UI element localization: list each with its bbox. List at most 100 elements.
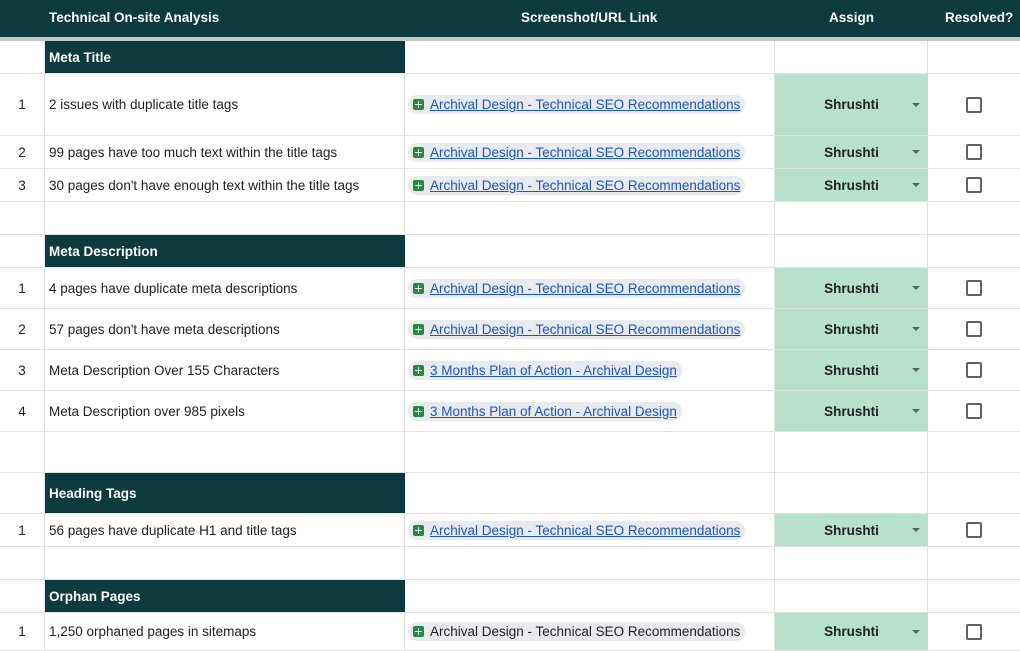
resolved-cell[interactable] [928,202,1020,234]
link-cell[interactable] [405,202,775,234]
link-cell[interactable]: Archival Design - Technical SEO Recommen… [405,136,775,168]
assign-dropdown[interactable]: Shrushti [775,74,928,135]
file-link-chip[interactable]: Archival Design - Technical SEO Recommen… [408,175,746,195]
link-cell[interactable]: Archival Design - Technical SEO Recommen… [405,268,775,308]
file-link-chip[interactable]: Archival Design - Technical SEO Recommen… [408,319,746,339]
link-cell[interactable]: 3 Months Plan of Action - Archival Desig… [405,391,775,431]
chevron-down-icon[interactable] [912,183,920,187]
resolved-checkbox[interactable] [966,362,982,378]
row-number[interactable]: 1 [0,514,45,546]
chevron-down-icon[interactable] [912,409,920,413]
header-assign[interactable]: Assign [829,0,874,37]
row-number[interactable]: 2 [0,136,45,168]
resolved-checkbox[interactable] [966,623,982,640]
link-cell[interactable] [405,580,775,612]
resolved-checkbox[interactable] [966,144,982,160]
row-number[interactable]: 3 [0,350,45,390]
assign-cell[interactable] [775,235,928,267]
assign-dropdown[interactable]: Shrushti [775,613,928,650]
assign-dropdown[interactable]: Shrushti [775,169,928,201]
row-number-cell[interactable] [0,580,45,612]
issue-description[interactable]: Meta Description Over 155 Characters [45,350,405,390]
link-cell[interactable]: 3 Months Plan of Action - Archival Desig… [405,350,775,390]
description-cell[interactable] [45,202,405,234]
chevron-down-icon[interactable] [912,528,920,532]
link-cell[interactable]: Archival Design - Technical SEO Recommen… [405,514,775,546]
file-link-text[interactable]: Archival Design - Technical SEO Recommen… [430,178,740,193]
file-link-text[interactable]: Archival Design - Technical SEO Recommen… [430,145,740,160]
section-header[interactable]: Meta Title [45,41,405,73]
header-resolved[interactable]: Resolved? [945,0,1013,37]
assign-cell[interactable] [775,41,928,73]
file-link-text[interactable]: 3 Months Plan of Action - Archival Desig… [430,404,677,419]
header-analysis[interactable]: Technical On-site Analysis [49,0,219,37]
resolved-cell[interactable] [928,580,1020,612]
section-header[interactable]: Heading Tags [45,473,405,513]
file-link-text[interactable]: Archival Design - Technical SEO Recommen… [430,281,740,296]
resolved-cell[interactable] [928,432,1020,472]
link-cell[interactable] [405,473,775,513]
chevron-down-icon[interactable] [912,150,920,154]
resolved-checkbox[interactable] [966,177,982,193]
file-link-chip[interactable]: 3 Months Plan of Action - Archival Desig… [408,360,682,380]
assign-cell[interactable] [775,473,928,513]
link-cell[interactable]: Archival Design - Technical SEO Recommen… [405,74,775,135]
resolved-checkbox[interactable] [966,403,982,419]
file-link-chip[interactable]: Archival Design - Technical SEO Recommen… [408,622,746,641]
link-cell[interactable]: Archival Design - Technical SEO Recommen… [405,309,775,349]
row-number[interactable]: 1 [0,74,45,135]
header-link[interactable]: Screenshot/URL Link [521,0,657,37]
file-link-chip[interactable]: Archival Design - Technical SEO Recommen… [408,278,746,298]
row-number[interactable]: 4 [0,391,45,431]
resolved-cell[interactable] [928,41,1020,73]
issue-description[interactable]: 30 pages don't have enough text within t… [45,169,405,201]
row-number-cell[interactable] [0,202,45,234]
file-link-text[interactable]: 3 Months Plan of Action - Archival Desig… [430,363,677,378]
assign-dropdown[interactable]: Shrushti [775,514,928,546]
assign-dropdown[interactable]: Shrushti [775,136,928,168]
link-cell[interactable]: Archival Design - Technical SEO Recommen… [405,169,775,201]
resolved-checkbox[interactable] [966,321,982,337]
chevron-down-icon[interactable] [912,629,920,634]
description-cell[interactable] [45,432,405,472]
link-cell[interactable]: Archival Design - Technical SEO Recommen… [405,613,775,650]
file-link-text[interactable]: Archival Design - Technical SEO Recommen… [430,523,740,538]
section-header[interactable]: Orphan Pages [45,580,405,612]
assign-dropdown[interactable]: Shrushti [775,350,928,390]
row-number[interactable]: 1 [0,613,45,650]
issue-description[interactable]: 99 pages have too much text within the t… [45,136,405,168]
section-header[interactable]: Meta Description [45,235,405,267]
row-number-cell[interactable] [0,235,45,267]
file-link-chip[interactable]: Archival Design - Technical SEO Recommen… [408,520,746,540]
row-number[interactable]: 2 [0,309,45,349]
file-link-chip[interactable]: Archival Design - Technical SEO Recommen… [408,95,746,114]
assign-cell[interactable] [775,202,928,234]
assign-dropdown[interactable]: Shrushti [775,309,928,349]
resolved-checkbox[interactable] [966,522,982,538]
link-cell[interactable] [405,432,775,472]
description-cell[interactable] [45,547,405,579]
row-number-cell[interactable] [0,432,45,472]
row-number[interactable]: 1 [0,268,45,308]
file-link-chip[interactable]: Archival Design - Technical SEO Recommen… [408,142,746,162]
issue-description[interactable]: Meta Description over 985 pixels [45,391,405,431]
row-number[interactable]: 3 [0,169,45,201]
row-number-cell[interactable] [0,473,45,513]
resolved-checkbox[interactable] [966,96,982,113]
chevron-down-icon[interactable] [912,102,920,107]
link-cell[interactable] [405,41,775,73]
row-number-cell[interactable] [0,41,45,73]
file-link-chip[interactable]: 3 Months Plan of Action - Archival Desig… [408,401,682,421]
resolved-cell[interactable] [928,235,1020,267]
row-number-cell[interactable] [0,547,45,579]
file-link-text[interactable]: Archival Design - Technical SEO Recommen… [430,322,740,337]
chevron-down-icon[interactable] [912,368,920,372]
file-link-text[interactable]: Archival Design - Technical SEO Recommen… [430,624,740,639]
assign-cell[interactable] [775,580,928,612]
issue-description[interactable]: 57 pages don't have meta descriptions [45,309,405,349]
resolved-checkbox[interactable] [966,280,982,296]
assign-dropdown[interactable]: Shrushti [775,268,928,308]
assign-cell[interactable] [775,547,928,579]
file-link-text[interactable]: Archival Design - Technical SEO Recommen… [430,97,740,112]
link-cell[interactable] [405,547,775,579]
